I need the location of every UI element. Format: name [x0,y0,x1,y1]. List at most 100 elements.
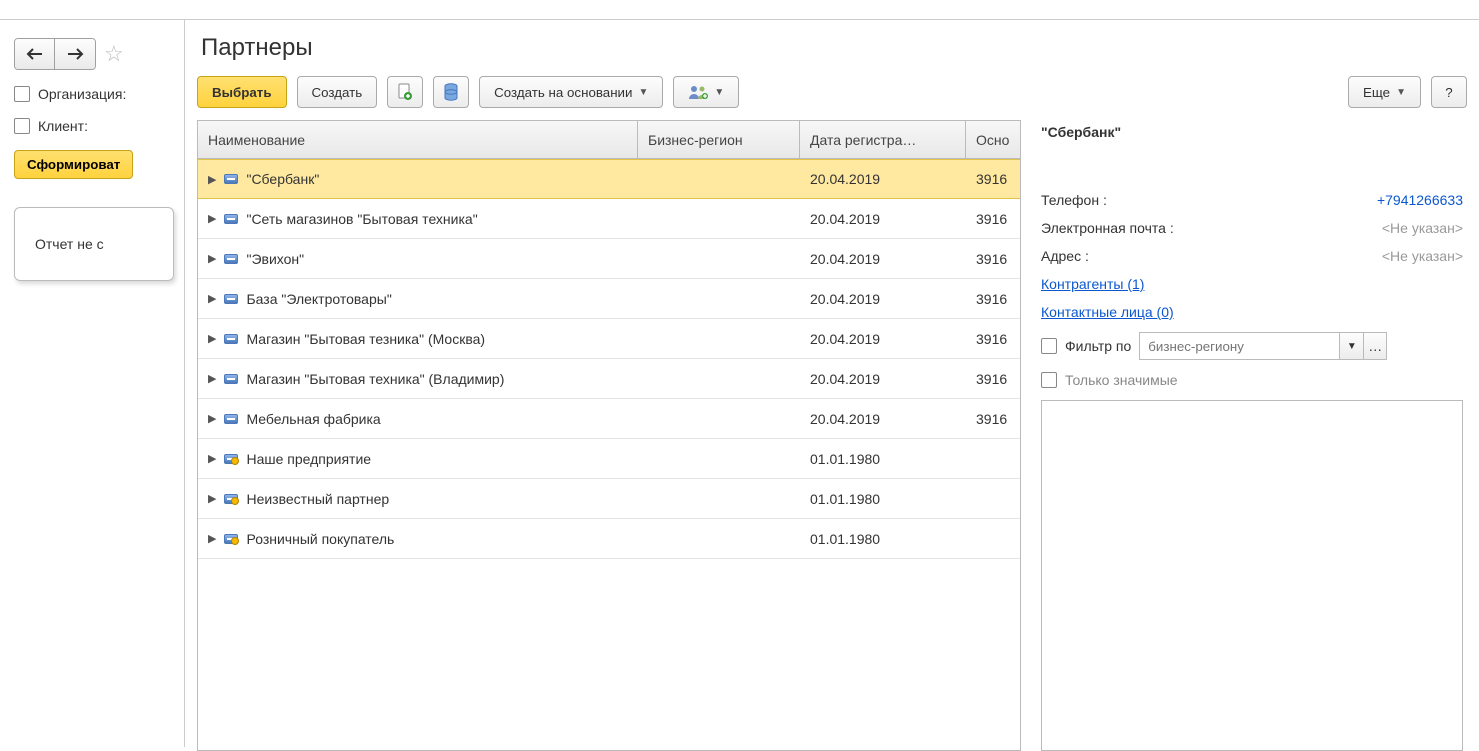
expand-icon[interactable]: ▶ [208,532,216,545]
folder-icon [224,334,238,344]
table-row[interactable]: ▶База "Электротовары"20.04.20193916 [198,279,1020,319]
expand-icon[interactable]: ▶ [208,412,216,425]
help-button[interactable]: ? [1431,76,1467,108]
table-row[interactable]: ▶"Эвихон"20.04.20193916 [198,239,1020,279]
table-row[interactable]: ▶ Розничный покупатель 01.01.1980 [198,519,1020,559]
page-title: Партнеры [201,34,1467,62]
folder-icon [224,454,238,464]
email-label: Электронная почта : [1041,220,1174,236]
only-important-row: Только значимые [1041,372,1463,388]
address-label: Адрес : [1041,248,1089,264]
expand-icon[interactable]: ▶ [208,492,216,505]
users-icon [688,84,708,100]
expand-icon[interactable]: ▶ [208,173,216,186]
arrow-right-icon [66,48,84,60]
star-icon[interactable]: ☆ [104,41,124,67]
row-main: 3916 [966,211,1020,227]
expand-icon[interactable]: ▶ [208,292,216,305]
report-panel: Отчет не с [14,207,174,281]
create-based-button[interactable]: Создать на основании ▼ [479,76,663,108]
db-button[interactable] [433,76,469,108]
phone-value[interactable]: +7941266633 [1377,192,1463,208]
doc-plus-icon [397,83,413,101]
database-icon [444,83,458,101]
row-date: 20.04.2019 [800,331,966,347]
grid-body[interactable]: ▶"Сбербанк"20.04.20193916▶"Сеть магазино… [198,159,1020,750]
table-row[interactable]: ▶Магазин "Бытовая тезника" (Москва)20.04… [198,319,1020,359]
folder-icon [224,174,238,184]
folder-icon [224,414,238,424]
col-main[interactable]: Осно [966,121,1021,158]
row-name: Розничный покупатель [246,531,394,547]
row-date: 20.04.2019 [800,411,966,427]
expand-icon[interactable]: ▶ [208,212,216,225]
col-date[interactable]: Дата регистра… [800,121,966,158]
more-button[interactable]: Еще ▼ [1348,76,1421,108]
expand-icon[interactable]: ▶ [208,332,216,345]
expand-icon[interactable]: ▶ [208,372,216,385]
row-date: 20.04.2019 [800,211,966,227]
row-main: 3916 [966,331,1020,347]
table-row[interactable]: ▶ Наше предприятие 01.01.1980 [198,439,1020,479]
table-row[interactable]: ▶ "Сбербанк" 20.04.20193916 [198,159,1020,199]
expand-icon[interactable]: ▶ [208,452,216,465]
side-title: "Сбербанк" [1041,124,1463,140]
row-date: 01.01.1980 [800,531,966,547]
table-row[interactable]: ▶Мебельная фабрика20.04.20193916 [198,399,1020,439]
row-main: 3916 [966,371,1020,387]
side-pane: "Сбербанк" Телефон : +7941266633 Электро… [1037,120,1467,751]
nav-buttons [14,38,96,70]
org-label: Организация: [38,86,126,102]
filter-browse-button[interactable]: … [1363,332,1387,360]
only-important-checkbox[interactable] [1041,372,1057,388]
caret-down-icon: ▼ [638,87,648,98]
client-checkbox[interactable] [14,118,30,134]
address-row: Адрес : <Не указан> [1041,248,1463,264]
folder-icon [224,254,238,264]
filter-checkbox[interactable] [1041,338,1057,354]
create-button[interactable]: Создать [297,76,378,108]
back-button[interactable] [15,39,55,69]
row-date: 20.04.2019 [800,171,966,187]
row-name: Мебельная фабрика [246,411,380,427]
row-date: 01.01.1980 [800,451,966,467]
table-row[interactable]: ▶"Сеть магазинов "Бытовая техника"20.04.… [198,199,1020,239]
row-date: 20.04.2019 [800,291,966,307]
row-name: Наше предприятие [246,451,371,467]
row-date: 20.04.2019 [800,371,966,387]
notes-area[interactable] [1041,400,1463,751]
col-region[interactable]: Бизнес-регион [638,121,800,158]
users-button[interactable]: ▼ [673,76,739,108]
col-name[interactable]: Наименование [198,121,638,158]
toolbar: Выбрать Создать Создать на основании ▼ ▼… [197,76,1467,108]
folder-icon [224,294,238,304]
table-row[interactable]: ▶Неизвестный партнер01.01.1980 [198,479,1020,519]
row-main: 3916 [966,171,1020,187]
expand-icon[interactable]: ▶ [208,252,216,265]
address-value: <Не указан> [1382,248,1463,264]
report-empty-text: Отчет не с [35,236,104,252]
arrow-left-icon [26,48,44,60]
main-pane: Партнеры Выбрать Создать Создать на осно… [184,20,1479,747]
form-button[interactable]: Сформироват [14,150,133,179]
folder-icon [224,494,238,504]
only-important-label: Только значимые [1065,372,1178,388]
filter-dropdown-button[interactable]: ▼ [1339,332,1363,360]
select-button[interactable]: Выбрать [197,76,287,108]
contragents-link[interactable]: Контрагенты (1) [1041,276,1144,292]
row-name: Неизвестный партнер [246,491,389,507]
row-name: "Эвихон" [246,251,304,267]
folder-icon [224,534,238,544]
org-checkbox[interactable] [14,86,30,102]
table-row[interactable]: ▶ Магазин "Бытовая техника" (Владимир) 20.… [198,359,1020,399]
phone-label: Телефон : [1041,192,1107,208]
top-strip [0,0,1479,20]
row-name: "Сбербанк" [246,171,319,187]
create-copy-button[interactable] [387,76,423,108]
forward-button[interactable] [55,39,95,69]
contacts-link[interactable]: Контактные лица (0) [1041,304,1174,320]
folder-icon [224,374,238,384]
row-name: Магазин "Бытовая техника" (Владимир) [246,371,504,387]
email-row: Электронная почта : <Не указан> [1041,220,1463,236]
filter-input[interactable] [1139,332,1339,360]
